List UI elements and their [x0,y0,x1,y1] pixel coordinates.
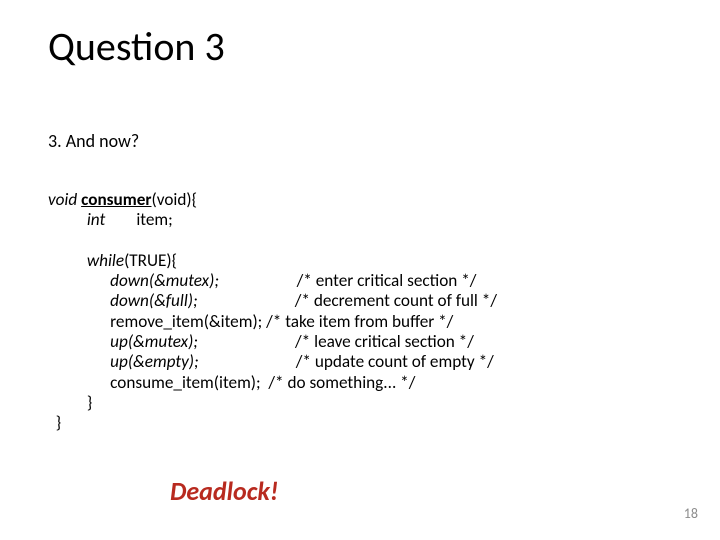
kw-while: while [87,250,124,271]
fn-consumer: consumer [81,189,151,210]
sig-tail: (void){ [152,189,197,210]
brace-fn-close: } [56,412,61,433]
while-cond: (TRUE){ [124,250,177,271]
decl-item: item; [105,209,172,230]
slide-title: Question 3 [48,22,225,71]
kw-int: int [87,209,105,230]
cmt-down-full: /* decrement count of full */ [198,290,497,311]
kw-void: void [48,189,77,210]
cmt-down-mutex: /* enter critical section */ [219,270,477,291]
code-block: void consumer(void){ int item; while(TRU… [48,190,497,434]
deadlock-label: Deadlock! [170,475,278,507]
down-full: down(&full); [110,290,197,311]
page-number: 18 [684,505,698,522]
cmt-up-empty: /* update count of empty */ [199,351,494,372]
question-prompt: 3. And now? [48,130,139,152]
cmt-up-mutex: /* leave critical section */ [198,331,474,352]
down-mutex: down(&mutex); [110,270,219,291]
consume-item: consume_item(item); /* do something... *… [110,372,415,393]
up-empty: up(&empty); [110,351,198,372]
up-mutex: up(&mutex); [110,331,198,352]
remove-item: remove_item(&item); /* take item from bu… [110,311,453,332]
brace-while-close: } [87,392,92,413]
